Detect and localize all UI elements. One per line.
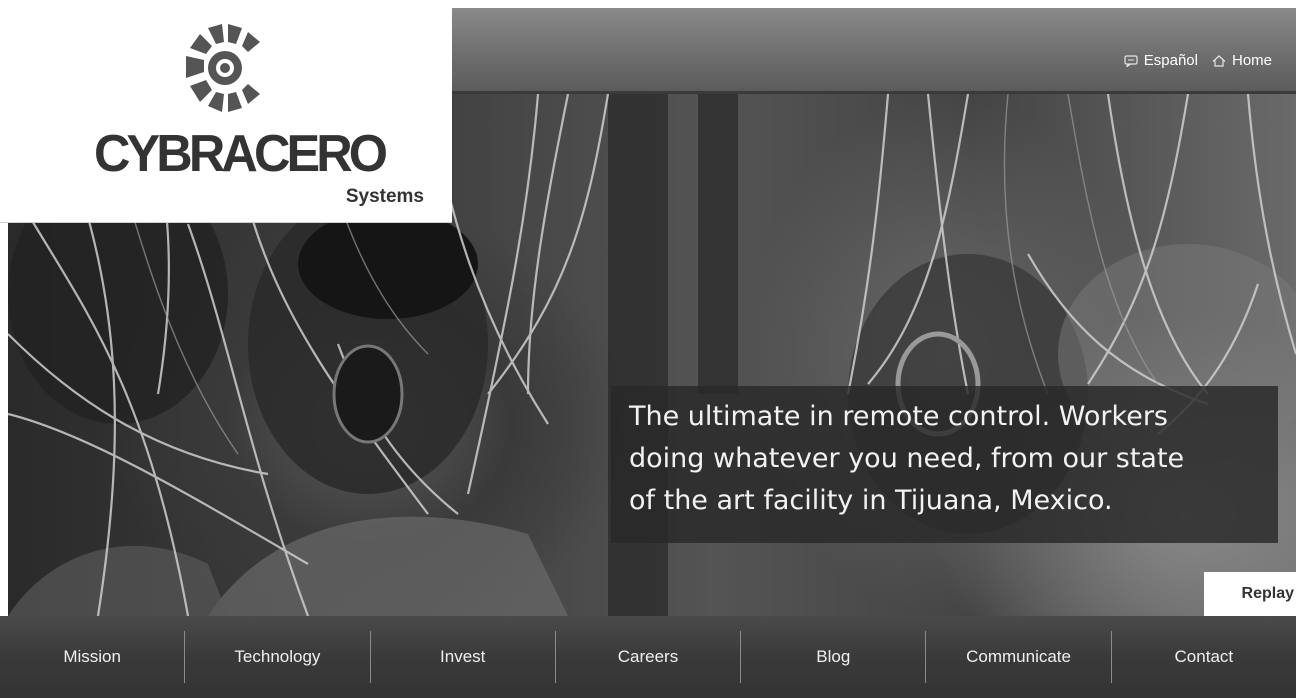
replay-button[interactable]: Replay	[1204, 572, 1296, 616]
brand-subtitle: Systems	[345, 186, 424, 207]
nav-item-communicate[interactable]: Communicate	[926, 631, 1112, 683]
header-links: Español Home	[1124, 52, 1272, 69]
site-logo[interactable]: CYBRACERO Systems	[0, 0, 452, 223]
nav-item-contact[interactable]: Contact	[1112, 631, 1296, 683]
nav-item-invest[interactable]: Invest	[371, 631, 556, 683]
nav-item-careers[interactable]: Careers	[556, 631, 742, 683]
chat-icon	[1124, 54, 1138, 67]
hero-caption: The ultimate in remote control. Workers …	[611, 386, 1278, 543]
brand-name: CYBRACERO	[94, 125, 388, 183]
hero-caption-line: doing whatever you need, from our state	[629, 443, 1185, 474]
language-link-label: Español	[1143, 52, 1198, 69]
hero-caption-line: of the art facility in Tijuana, Mexico.	[629, 485, 1113, 516]
gear-c-logo-icon	[186, 24, 260, 112]
nav-item-blog[interactable]: Blog	[741, 631, 927, 683]
nav-item-technology[interactable]: Technology	[185, 631, 371, 683]
main-nav: Mission Technology Invest Careers Blog C…	[0, 616, 1296, 698]
home-icon	[1212, 54, 1226, 67]
home-link[interactable]: Home	[1212, 52, 1272, 69]
header-bar: Español Home	[452, 8, 1296, 94]
home-link-label: Home	[1231, 52, 1272, 69]
nav-item-mission[interactable]: Mission	[0, 631, 186, 683]
hero-caption-line: The ultimate in remote control. Workers	[629, 401, 1168, 432]
language-link[interactable]: Español	[1124, 52, 1198, 69]
